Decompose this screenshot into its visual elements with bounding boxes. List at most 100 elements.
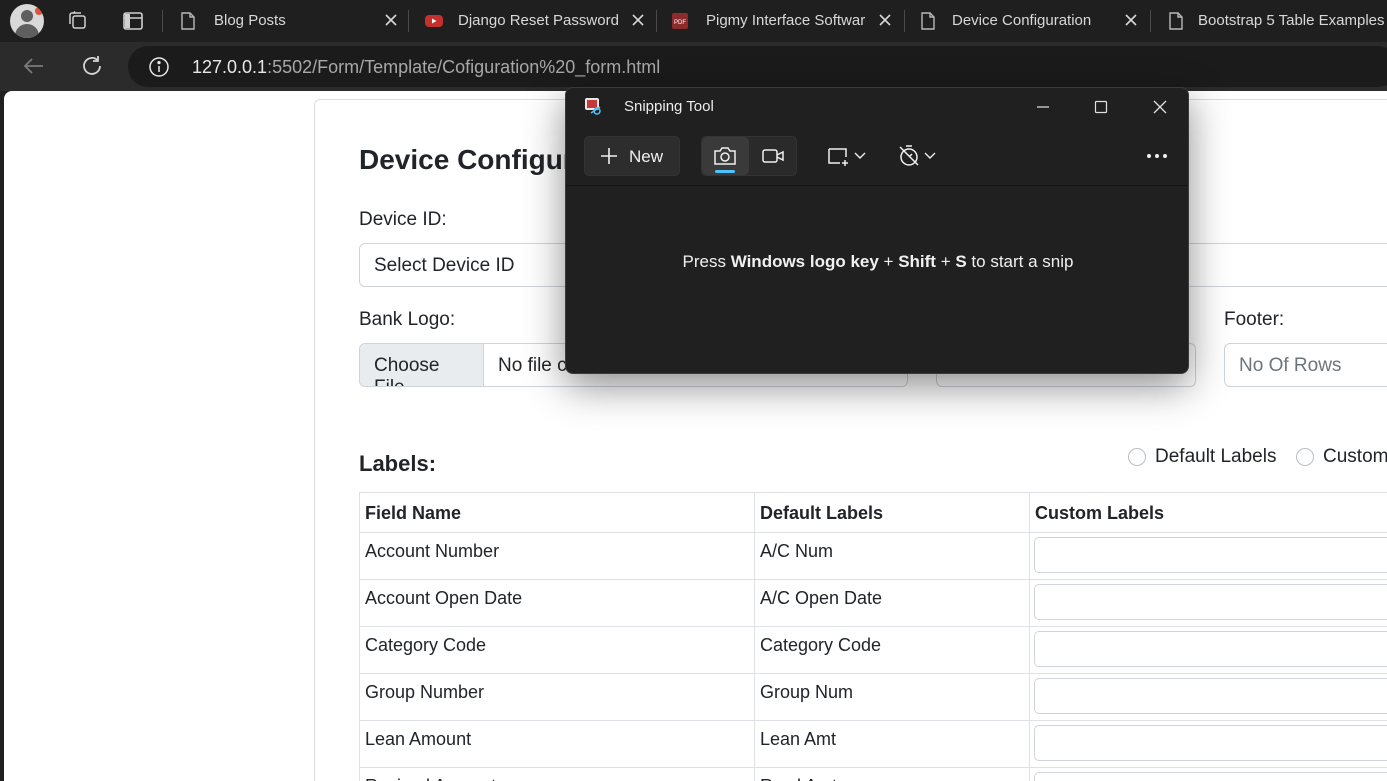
video-mode-button[interactable] — [750, 137, 797, 175]
field-name-cell: Account Number — [359, 532, 755, 580]
url-text[interactable]: 127.0.0.1:5502/Form/Template/Cofiguratio… — [192, 57, 660, 78]
default-label-cell: Rcvd Amt — [754, 767, 1030, 781]
url-host: 127.0.0.1 — [192, 57, 268, 77]
custom-label-cell — [1029, 626, 1387, 674]
custom-label-input[interactable] — [1034, 678, 1387, 714]
table-row: Lean Amount Lean Amt — [359, 720, 1387, 768]
table-row: Category Code Category Code — [359, 626, 1387, 674]
chevron-down-icon — [924, 152, 936, 159]
default-label-cell: A/C Num — [754, 532, 1030, 580]
file-status-text: No file c — [498, 355, 567, 376]
radio-circle[interactable] — [1128, 448, 1146, 466]
hint-text: + — [878, 252, 899, 271]
table-row: Group Number Group Num — [359, 673, 1387, 721]
radio-label: Default Labels — [1155, 446, 1277, 467]
table-row: Recived Amount Rcvd Amt — [359, 767, 1387, 781]
table-row: Account Open Date A/C Open Date — [359, 579, 1387, 627]
url-path: :5502/Form/Template/Cofiguration%20_form… — [267, 57, 661, 77]
field-name-cell: Recived Amount — [359, 767, 755, 781]
tab-device-configuration[interactable]: Device Configuration — [918, 4, 1144, 38]
tab-title: Blog Posts — [214, 12, 286, 29]
field-name-cell: Lean Amount — [359, 720, 755, 768]
avatar-head — [21, 10, 33, 22]
custom-label-input[interactable] — [1034, 772, 1387, 781]
custom-label-cell — [1029, 532, 1387, 580]
tab-title: Bootstrap 5 Table Examples — [1198, 12, 1385, 29]
rectangle-snip-icon — [828, 148, 848, 166]
maximize-icon[interactable] — [1086, 94, 1116, 120]
radio-circle[interactable] — [1296, 448, 1314, 466]
snip-shape-dropdown[interactable] — [824, 138, 872, 174]
active-indicator — [715, 170, 735, 173]
hint-key: Windows logo key — [730, 252, 879, 271]
refresh-icon[interactable] — [78, 52, 106, 80]
vertical-tabs-icon[interactable] — [122, 10, 144, 32]
choose-file-button[interactable]: Choose File — [360, 344, 484, 386]
new-snip-button[interactable]: New — [584, 136, 680, 176]
tab-title: Pigmy Interface Software — [706, 12, 866, 29]
avatar-body — [15, 24, 39, 38]
tab-blog-posts[interactable]: Blog Posts — [178, 4, 404, 38]
close-tab-icon[interactable] — [878, 13, 892, 27]
hint-key: Shift — [898, 252, 936, 271]
screenshot-mode-button[interactable] — [702, 137, 749, 175]
minimize-icon[interactable] — [1028, 94, 1058, 120]
tab-pigmy-interface[interactable]: PDF Pigmy Interface Software — [670, 4, 898, 38]
tab-bootstrap-table[interactable]: Bootstrap 5 Table Examples — [1166, 4, 1387, 38]
tab-title: Device Configuration — [952, 12, 1092, 29]
back-arrow-icon[interactable] — [20, 52, 48, 80]
close-icon[interactable] — [1145, 94, 1175, 120]
footer-label: Footer: — [1224, 309, 1285, 330]
hint-text: to start a snip — [966, 252, 1074, 271]
close-tab-icon[interactable] — [384, 13, 398, 27]
notification-dot — [35, 7, 43, 15]
field-name-cell: Category Code — [359, 626, 755, 674]
document-icon — [1169, 12, 1183, 30]
youtube-icon — [425, 15, 443, 27]
no-delay-timer-icon — [899, 145, 919, 166]
chevron-down-icon — [854, 152, 866, 159]
snip-titlebar[interactable]: Snipping Tool — [566, 88, 1188, 126]
table-header-row: Field Name Default Labels Custom Labels — [359, 492, 1387, 533]
close-tab-icon[interactable] — [1124, 13, 1138, 27]
more-options-icon[interactable] — [1142, 142, 1172, 170]
document-icon — [921, 12, 935, 30]
delay-dropdown[interactable] — [894, 138, 942, 174]
custom-label-input[interactable] — [1034, 725, 1387, 761]
labels-heading: Labels: — [359, 451, 437, 476]
new-label: New — [629, 147, 664, 166]
header-default-labels: Default Labels — [754, 492, 1030, 533]
browser-toolbar: 127.0.0.1:5502/Form/Template/Cofiguratio… — [0, 42, 1387, 91]
tab-separator — [904, 10, 905, 32]
document-icon — [181, 12, 195, 30]
field-name-cell: Group Number — [359, 673, 755, 721]
custom-label-cell — [1029, 767, 1387, 781]
custom-label-cell — [1029, 673, 1387, 721]
page-title: Device Configur — [359, 144, 574, 175]
snipping-tool-window: Snipping Tool New Press Windows logo key… — [565, 87, 1189, 374]
site-info-icon[interactable] — [148, 56, 170, 78]
custom-label-input[interactable] — [1034, 537, 1387, 573]
custom-label-input[interactable] — [1034, 584, 1387, 620]
device-id-label: Device ID: — [359, 209, 447, 230]
svg-text:PDF: PDF — [674, 20, 686, 26]
custom-label-input[interactable] — [1034, 631, 1387, 667]
radio-label: Custom — [1323, 446, 1387, 467]
video-camera-icon — [762, 149, 784, 163]
default-label-cell: Group Num — [754, 673, 1030, 721]
workspaces-icon[interactable] — [67, 10, 89, 32]
address-bar[interactable]: 127.0.0.1:5502/Form/Template/Cofiguratio… — [128, 46, 1387, 87]
custom-label-cell — [1029, 579, 1387, 627]
close-tab-icon[interactable] — [631, 13, 645, 27]
hint-text: Press — [682, 252, 731, 271]
profile-avatar[interactable] — [10, 4, 44, 38]
tab-django-reset-password[interactable]: Django Reset Password — [424, 4, 652, 38]
default-label-cell: A/C Open Date — [754, 579, 1030, 627]
snip-hint-text: Press Windows logo key + Shift + S to st… — [566, 252, 1188, 272]
camera-icon — [714, 147, 736, 165]
pdf-icon: PDF — [672, 13, 688, 29]
no-of-rows-input[interactable]: No Of Rows — [1224, 343, 1387, 387]
tab-separator — [656, 10, 657, 32]
tab-separator — [162, 10, 163, 32]
plus-icon — [601, 148, 617, 164]
